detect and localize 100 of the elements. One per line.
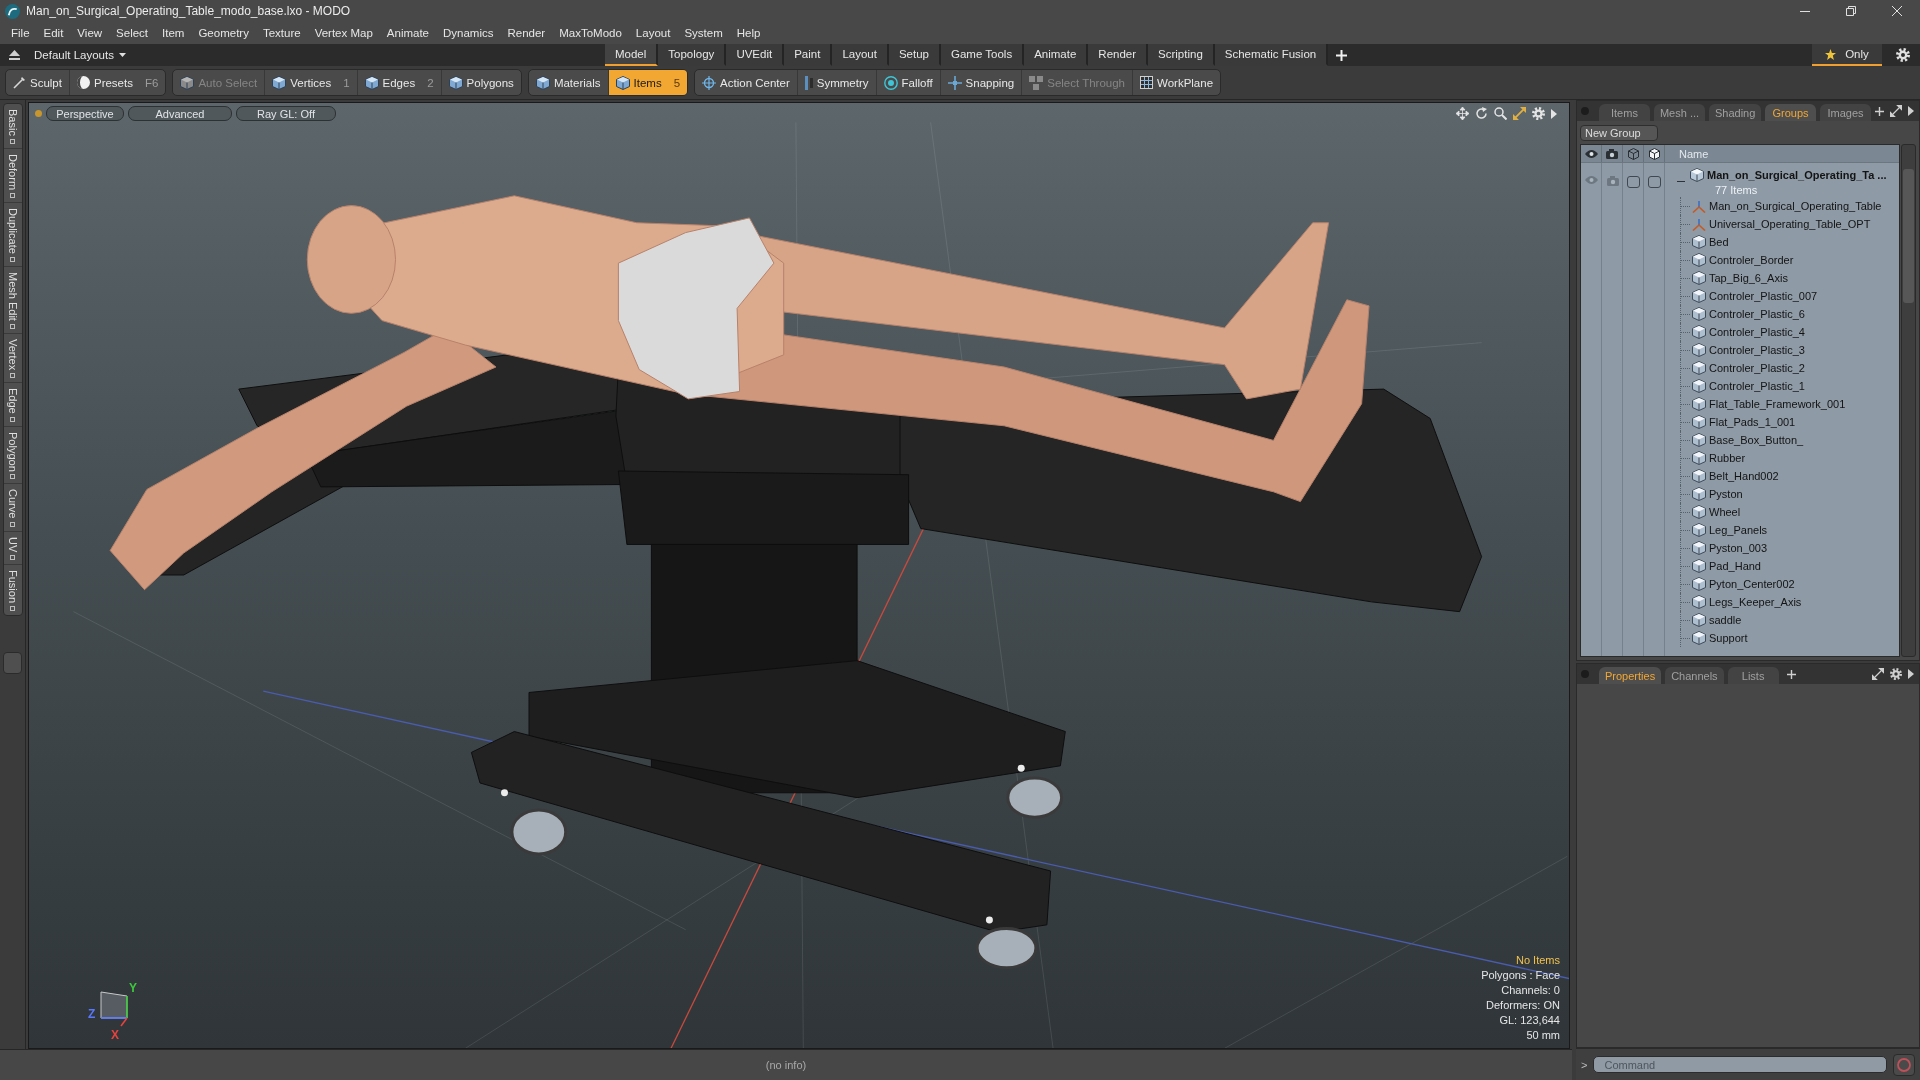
panel-tab[interactable]: Items [1598, 104, 1650, 121]
layout-tab[interactable]: Paint [784, 44, 833, 66]
tree-item-label[interactable]: Belt_Hand002 [1709, 470, 1779, 482]
tree-item-label[interactable]: Pyston_003 [1709, 542, 1768, 554]
menu-item[interactable]: Dynamics [436, 27, 501, 39]
tree-item-label[interactable]: Leg_Panels [1709, 524, 1768, 536]
side-tab[interactable]: Duplicate [3, 202, 22, 267]
maximize-icon[interactable] [1513, 107, 1526, 120]
side-tab[interactable]: Mesh Edit [3, 266, 22, 334]
toolbar-button[interactable]: Edges 2 [357, 70, 442, 95]
menu-item[interactable]: Layout [628, 27, 678, 39]
side-tab[interactable]: Curve [3, 484, 22, 532]
side-tab[interactable]: Vertex [3, 333, 22, 383]
panel-tab[interactable]: Channels [1665, 667, 1724, 684]
menu-item[interactable]: File [4, 27, 37, 39]
filter-button[interactable]: Only [1812, 44, 1882, 66]
command-field[interactable]: Command [1593, 1056, 1887, 1073]
layout-tab[interactable]: Topology [658, 44, 727, 66]
expand-icon[interactable] [1890, 105, 1902, 117]
rotate-icon[interactable] [1475, 107, 1488, 120]
tree-item-label[interactable]: Controler_Plastic_2 [1709, 362, 1805, 374]
expand-icon[interactable] [1872, 668, 1884, 680]
layout-tab[interactable]: Scripting [1148, 44, 1215, 66]
plus-icon[interactable] [1786, 669, 1796, 679]
tree-item-label[interactable]: Support [1709, 632, 1748, 644]
zoom-icon[interactable] [1494, 107, 1507, 120]
tree-item-label[interactable]: Wheel [1709, 506, 1741, 518]
menu-item[interactable]: View [70, 27, 110, 39]
viewport-menu-button[interactable]: Ray GL: Off [236, 106, 336, 121]
move-icon[interactable] [1456, 107, 1469, 120]
layout-tab[interactable]: Schematic Fusion [1214, 44, 1329, 66]
layout-tab[interactable]: Model [605, 44, 659, 66]
toolbar-button[interactable]: Falloff [876, 70, 941, 95]
cube-icon[interactable] [1648, 147, 1660, 160]
tree-item-label[interactable]: Man_on_Surgical_Operating_Table [1709, 200, 1882, 212]
arrow-right-icon[interactable] [1908, 669, 1914, 679]
toggle-box[interactable] [1627, 176, 1640, 188]
toolbar-button[interactable]: WorkPlane [1133, 70, 1221, 95]
tree-item-label[interactable]: Flat_Pads_1_001 [1709, 416, 1796, 428]
scrollbar-thumb[interactable] [1903, 169, 1914, 303]
layout-tab[interactable]: Layout [832, 44, 889, 66]
side-tab[interactable]: Edge [3, 382, 22, 427]
tree-item-label[interactable]: Controler_Plastic_007 [1709, 290, 1818, 302]
camera-icon[interactable] [1606, 148, 1618, 159]
arrow-right-icon[interactable] [1551, 108, 1557, 119]
scrollbar[interactable] [1901, 144, 1916, 657]
menu-item[interactable]: Vertex Map [307, 27, 380, 39]
toolbar-button[interactable]: Polygons [441, 70, 521, 95]
toolbar-button[interactable]: Materials [528, 70, 609, 95]
tree-item-label[interactable]: Pad_Hand [1709, 560, 1761, 572]
panel-tab[interactable]: Mesh ... [1653, 104, 1705, 121]
settings-icon[interactable] [1896, 48, 1910, 62]
new-group-button[interactable]: New Group [1580, 124, 1658, 141]
menu-item[interactable]: Texture [255, 27, 308, 39]
tree-item-label[interactable]: Pyton_Center002 [1709, 578, 1795, 590]
side-tab[interactable]: Polygon [3, 426, 22, 485]
menu-item[interactable]: Render [500, 27, 553, 39]
menu-item[interactable]: Select [109, 27, 156, 39]
layout-tab[interactable]: Game Tools [941, 44, 1025, 66]
tree-item-label[interactable]: Rubber [1709, 452, 1746, 464]
layout-tab[interactable]: Setup [888, 44, 941, 66]
tree-item-label[interactable]: Bed [1709, 236, 1729, 248]
tree-item-label[interactable]: Man_on_Surgical_Operating_Ta ... [1707, 167, 1887, 183]
tree-item-label[interactable]: Controler_Plastic_3 [1709, 344, 1805, 356]
settings-icon[interactable] [1532, 107, 1545, 120]
tree-item-label[interactable]: saddle [1709, 614, 1742, 626]
toolbar-button[interactable]: Snapping [940, 70, 1023, 95]
layout-tab[interactable]: Animate [1024, 44, 1089, 66]
menu-item[interactable]: System [677, 27, 730, 39]
toolbar-button[interactable]: Items 5 [608, 70, 688, 95]
panel-tab[interactable]: Properties [1599, 667, 1662, 684]
menu-item[interactable]: Geometry [191, 27, 256, 39]
viewport-menu-button[interactable]: Advanced [128, 106, 232, 121]
menu-item[interactable]: MaxToModo [552, 27, 629, 39]
tree-item-label[interactable]: Tap_Big_6_Axis [1709, 272, 1788, 284]
tree-item-label[interactable]: Controler_Plastic_1 [1709, 380, 1805, 392]
tree-item-label[interactable]: Pyston [1709, 488, 1743, 500]
panel-tab[interactable]: Lists [1727, 667, 1779, 684]
layout-tab[interactable]: UVEdit [726, 44, 785, 66]
layouts-dropdown[interactable]: Default Layouts [34, 49, 126, 61]
tree-item-label[interactable]: Flat_Table_Framework_001 [1709, 398, 1846, 410]
menu-item[interactable]: Edit [36, 27, 71, 39]
toolbar-button[interactable]: Presets F6 [69, 70, 166, 95]
panel-tab[interactable]: Images [1820, 104, 1871, 121]
tree-item-label[interactable]: Controler_Plastic_4 [1709, 326, 1805, 338]
panel-tab[interactable]: Shading [1708, 104, 1761, 121]
eye-icon[interactable] [1584, 149, 1598, 158]
panel-tab[interactable]: Groups [1765, 104, 1816, 121]
settings-icon[interactable] [1890, 668, 1902, 680]
viewport-menu-button[interactable]: Perspective [46, 106, 124, 121]
side-tab[interactable]: Deform [3, 148, 22, 203]
side-tab[interactable]: Fusion [3, 565, 22, 616]
toolbar-button[interactable]: Vertices 1 [265, 70, 358, 95]
arrow-right-icon[interactable] [1908, 106, 1914, 116]
menu-item[interactable]: Animate [379, 27, 436, 39]
record-button[interactable] [1893, 1053, 1915, 1076]
plus-icon[interactable] [1875, 106, 1884, 116]
tree-item-label[interactable]: Universal_Operating_Table_OPT [1709, 218, 1871, 230]
side-tab[interactable]: UV [3, 531, 22, 566]
tree-item-label[interactable]: Legs_Keeper_Axis [1709, 596, 1802, 608]
